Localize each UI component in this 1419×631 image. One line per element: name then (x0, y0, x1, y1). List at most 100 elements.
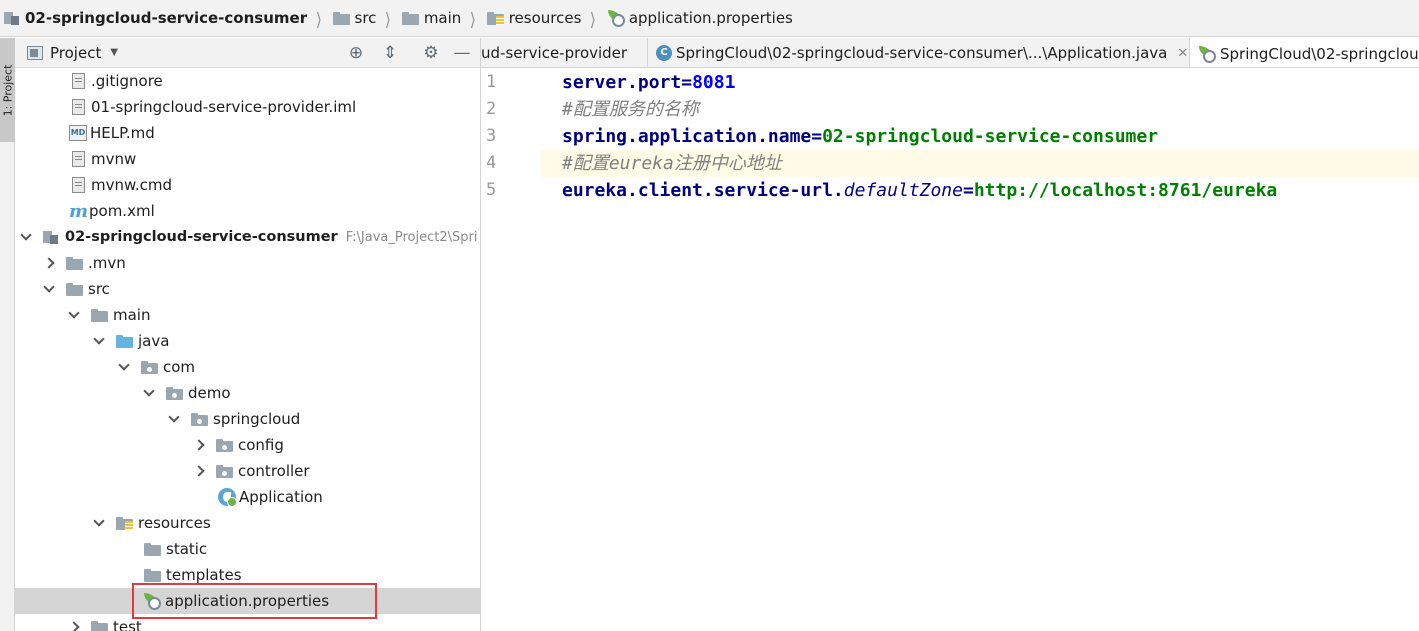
chevron-down-icon[interactable] (43, 283, 55, 295)
chevron-right-icon[interactable] (43, 257, 55, 269)
code-line: spring.application.name=02-springcloud-s… (562, 126, 1159, 147)
package-icon (141, 360, 158, 374)
tree-item-resources[interactable]: resources (15, 510, 480, 536)
folder-icon (91, 308, 108, 322)
folder-icon (144, 542, 161, 556)
code-line: server.port=8081 (562, 72, 736, 93)
tree-item-templates[interactable]: templates (15, 562, 480, 588)
spring-properties-icon (143, 592, 161, 610)
chevron-right-icon[interactable] (193, 439, 205, 451)
line-number: 4 (486, 153, 497, 173)
chevron-down-icon[interactable] (68, 309, 80, 321)
tree-item-pom[interactable]: m pom.xml (15, 198, 480, 224)
chevron-down-icon[interactable] (20, 231, 32, 243)
markdown-icon: MD (69, 125, 87, 141)
tree-item-com[interactable]: com (15, 354, 480, 380)
package-icon (166, 386, 183, 400)
tree-item-help-md[interactable]: MD HELP.md (15, 120, 480, 146)
breadcrumb-item-main[interactable]: main (401, 0, 461, 36)
line-number: 3 (486, 126, 497, 146)
java-class-icon: C (656, 45, 672, 61)
tree-item-application-class[interactable]: Application (15, 484, 480, 510)
tree-item-iml[interactable]: 01-springcloud-service-provider.iml (15, 94, 480, 120)
breadcrumb-separator-icon: ❭ (314, 8, 323, 28)
collapse-all-icon[interactable]: ⇕ (380, 43, 400, 63)
project-view-icon (27, 45, 43, 60)
maven-icon: m (69, 200, 89, 222)
resources-folder-icon (116, 516, 133, 530)
folder-icon (66, 282, 83, 296)
breadcrumb-separator-icon: ❭ (468, 8, 478, 28)
breadcrumb-item-file[interactable]: application.properties (607, 0, 793, 36)
code-line: #配置服务的名称 (562, 99, 699, 120)
module-file-icon (72, 99, 85, 115)
resources-folder-icon (486, 11, 504, 25)
tree-item-controller[interactable]: controller (15, 458, 480, 484)
tree-item-gitignore[interactable]: .gitignore (15, 68, 480, 94)
package-icon (216, 438, 233, 452)
folder-icon (144, 568, 161, 582)
project-panel-header: Project ▼ ⊕ ⇕ ⚙ — (15, 38, 480, 68)
tree-item-config[interactable]: config (15, 432, 480, 458)
tree-item-mvnw[interactable]: mvnw (15, 146, 480, 172)
breadcrumb-item-module[interactable]: 02-springcloud-service-consumer (4, 0, 307, 36)
project-view-selector[interactable]: Project (50, 44, 101, 62)
folder-icon (401, 11, 419, 25)
folder-icon (91, 620, 108, 631)
editor-tabs: ud-service-provider C SpringCloud\02-spr… (481, 38, 1419, 68)
chevron-right-icon[interactable] (193, 465, 205, 477)
code-line: eureka.client.service-url.defaultZone=ht… (562, 180, 1278, 201)
tree-item-static[interactable]: static (15, 536, 480, 562)
text-file-icon (72, 151, 85, 167)
tree-item-module-consumer[interactable]: 02-springcloud-service-consumer F:\Java_… (15, 224, 480, 250)
locate-target-icon[interactable]: ⊕ (346, 43, 366, 63)
module-icon (43, 230, 59, 244)
hide-panel-icon[interactable]: — (452, 43, 472, 63)
project-tree: .gitignore 01-springcloud-service-provid… (15, 68, 480, 631)
package-icon (216, 464, 233, 478)
gear-icon[interactable]: ⚙ (421, 43, 441, 63)
tree-item-src[interactable]: src (15, 276, 480, 302)
breadcrumb-item-src[interactable]: src (332, 0, 376, 36)
project-panel: Project ▼ ⊕ ⇕ ⚙ — .gitignore 01-springcl… (15, 38, 481, 631)
chevron-down-icon[interactable] (93, 517, 105, 529)
spring-properties-icon (1198, 45, 1216, 63)
tree-item-mvnw-cmd[interactable]: mvnw.cmd (15, 172, 480, 198)
tab-application-java[interactable]: C SpringCloud\02-springcloud-service-con… (648, 38, 1190, 67)
code-line-current: #配置eureka注册中心地址 (481, 150, 1419, 177)
breadcrumb-separator-icon: ❭ (589, 8, 598, 28)
chevron-down-icon[interactable]: ▼ (110, 47, 118, 58)
close-tab-icon[interactable]: ✕ (1177, 46, 1188, 61)
spring-boot-class-icon (218, 488, 237, 507)
tree-item-java[interactable]: java (15, 328, 480, 354)
navigation-bar: 02-springcloud-service-consumer ❭ src ❭ … (0, 0, 1419, 37)
spring-properties-icon (607, 9, 625, 27)
line-number: 1 (486, 72, 497, 92)
tab-provider-file[interactable]: ud-service-provider (481, 38, 648, 67)
tree-item-mvn[interactable]: .mvn (15, 250, 480, 276)
code-editor: ud-service-provider C SpringCloud\02-spr… (481, 38, 1419, 631)
chevron-down-icon[interactable] (118, 361, 130, 373)
tab-application-properties[interactable]: SpringCloud\02-springclou (1190, 38, 1419, 67)
breadcrumb-separator-icon: ❭ (384, 8, 393, 28)
line-number: 5 (486, 180, 497, 200)
chevron-down-icon[interactable] (168, 413, 180, 425)
breadcrumb-item-resources[interactable]: resources (486, 0, 581, 36)
folder-icon (66, 256, 83, 270)
tree-item-application-properties[interactable]: application.properties (15, 588, 480, 614)
tree-item-demo[interactable]: demo (15, 380, 480, 406)
tree-item-main[interactable]: main (15, 302, 480, 328)
tree-item-test[interactable]: test (15, 614, 480, 631)
package-icon (191, 412, 208, 426)
source-folder-icon (116, 334, 133, 348)
code-area[interactable]: server.port=8081 #配置服务的名称 spring.applica… (481, 69, 1419, 631)
text-file-icon (72, 73, 85, 89)
module-icon (4, 11, 20, 25)
line-number: 2 (486, 99, 497, 119)
project-tool-window-button[interactable]: 1: Project (0, 38, 15, 142)
folder-icon (332, 11, 350, 25)
chevron-down-icon[interactable] (93, 335, 105, 347)
chevron-down-icon[interactable] (143, 387, 155, 399)
chevron-right-icon[interactable] (68, 621, 80, 631)
tree-item-springcloud[interactable]: springcloud (15, 406, 480, 432)
